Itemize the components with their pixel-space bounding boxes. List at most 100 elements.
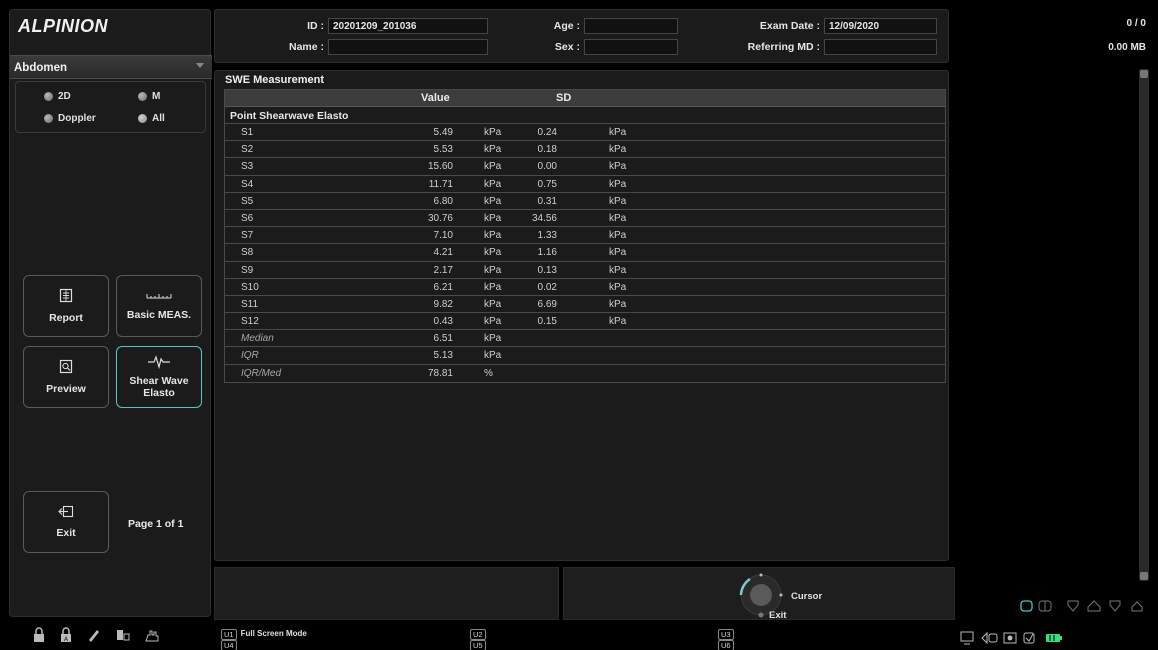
mode-radio-all[interactable]: All — [138, 113, 165, 124]
stat-unit: kPa — [484, 350, 502, 362]
section-title: Point Shearwave Elasto — [230, 110, 349, 122]
stat-value: 6.51 — [433, 333, 453, 345]
user-key-u2[interactable]: U2 — [470, 629, 486, 640]
preview-label: Preview — [46, 382, 86, 395]
pen-icon[interactable] — [86, 627, 102, 643]
scroll-up-button[interactable] — [1140, 70, 1148, 78]
stat-unit: % — [484, 367, 493, 379]
basic-meas-button[interactable]: Basic MEAS. — [116, 275, 202, 337]
sd-unit: kPa — [609, 127, 627, 138]
sample-value: 15.60 — [427, 161, 453, 173]
preset-dropdown[interactable]: Abdomen — [10, 55, 212, 79]
user-key-u6[interactable]: U6 — [718, 640, 734, 650]
value-unit: kPa — [484, 161, 502, 173]
lock-a-icon[interactable]: A — [59, 627, 73, 643]
patient-name-label: Name : — [288, 41, 324, 53]
knob-exit-label: Exit — [769, 610, 787, 621]
panel-title: SWE Measurement — [225, 74, 325, 86]
measurement-table: Value SD Point Shearwave Elasto S1 5.49 kP… — [224, 89, 946, 383]
sample-sd: 0.15 — [537, 316, 557, 328]
check-icon — [1023, 632, 1035, 644]
key-badge: U2 — [470, 629, 486, 640]
sample-value: 9.82 — [433, 298, 453, 310]
exam-date-field[interactable]: 12/09/2020 — [824, 18, 937, 34]
report-button[interactable]: Report — [23, 275, 109, 337]
sample-name: S7 — [241, 230, 254, 242]
footer-icons: A — [32, 627, 162, 643]
storage-icon[interactable] — [115, 627, 131, 643]
sample-sd: 0.18 — [537, 144, 557, 156]
shear-wave-label: Shear Wave Elasto — [129, 374, 189, 399]
value-unit: kPa — [484, 178, 502, 190]
patient-name-field[interactable] — [328, 39, 488, 55]
age-field[interactable] — [584, 18, 678, 34]
trackball-control-panel: Cursor Exit — [563, 567, 955, 621]
column-header-sd: SD — [556, 92, 572, 104]
exam-date-row: Exam Date : 12/09/2020 — [705, 18, 937, 34]
key-badge: U4 — [221, 640, 237, 650]
sample-value: 30.76 — [427, 212, 453, 224]
sample-name: S8 — [241, 247, 254, 259]
sample-sd: 1.16 — [537, 247, 557, 259]
patient-id-field[interactable]: 20201209_201036 — [328, 18, 488, 34]
sample-sd: 34.56 — [531, 212, 557, 224]
report-label: Report — [49, 311, 83, 324]
column-header-value: Value — [421, 92, 450, 104]
sd-unit: kPa — [609, 316, 627, 328]
sample-sd: 6.69 — [537, 298, 557, 310]
user-key-u5[interactable]: U5 — [470, 640, 486, 650]
sd-unit: kPa — [609, 298, 627, 310]
radio-dot-icon — [138, 114, 147, 123]
mode-label: 2D — [58, 91, 71, 102]
lock-icon[interactable] — [32, 627, 46, 643]
scrollbar[interactable] — [1139, 69, 1149, 581]
sample-name: S2 — [241, 144, 254, 156]
waveform-icon — [148, 355, 170, 369]
alpinion-logo: ALPINION — [18, 16, 109, 36]
system-tray — [960, 631, 1062, 645]
sample-name: S10 — [241, 281, 259, 293]
mode-radio-m[interactable]: M — [138, 91, 160, 102]
sample-value: 2.17 — [433, 264, 453, 276]
hand-icon[interactable] — [144, 627, 162, 643]
sample-sd: 1.33 — [537, 230, 557, 242]
mode-radio-doppler[interactable]: Doppler — [44, 113, 96, 124]
sd-unit: kPa — [609, 144, 627, 156]
measurement-rows: S1 5.49 kPa 0.24 kPa S2 5.53 kPa 0.18 kPa S3 15.60 k… — [225, 124, 945, 382]
referring-md-row: Referring MD : — [705, 39, 937, 55]
stat-name: Median — [241, 333, 274, 345]
exit-button[interactable]: Exit — [23, 491, 109, 553]
stat-name: IQR — [241, 350, 259, 362]
left-panel: ALPINION Abdomen 2D M Doppler All Report — [9, 9, 212, 617]
mode-radio-2d[interactable]: 2D — [44, 91, 71, 102]
patient-id-label: ID : — [307, 20, 324, 32]
referring-md-field[interactable] — [824, 39, 937, 55]
value-unit: kPa — [484, 247, 502, 259]
user-key-u3[interactable]: U3 — [718, 629, 734, 640]
user-key-u1[interactable]: U1 Full Screen Mode — [221, 629, 307, 640]
value-unit: kPa — [484, 230, 502, 242]
sample-sd: 0.00 — [537, 161, 557, 173]
sample-name: S4 — [241, 178, 254, 190]
preview-icon — [59, 359, 73, 374]
single-layout-icon — [1020, 600, 1033, 612]
network-icon — [981, 631, 998, 645]
preset-label: Abdomen — [14, 62, 68, 74]
sample-value: 0.43 — [433, 316, 453, 328]
user-key-u4[interactable]: U4 — [221, 640, 237, 650]
sex-field[interactable] — [584, 39, 678, 55]
stat-row: IQR/Med 78.81% — [225, 365, 945, 382]
scroll-down-button[interactable] — [1140, 572, 1148, 580]
value-unit: kPa — [484, 298, 502, 310]
age-row: Age : — [535, 18, 678, 34]
shear-wave-elasto-button[interactable]: Shear Wave Elasto — [116, 346, 202, 408]
patient-name-row: Name : — [275, 39, 488, 55]
exit-icon — [58, 505, 74, 518]
sd-unit: kPa — [609, 247, 627, 259]
sample-name: S9 — [241, 264, 254, 276]
table-row: S2 5.53 kPa 0.18 kPa — [225, 141, 945, 159]
exam-date-label: Exam Date : — [759, 20, 820, 32]
sd-unit: kPa — [609, 264, 627, 276]
sample-sd: 0.75 — [537, 178, 557, 190]
preview-button[interactable]: Preview — [23, 346, 109, 408]
